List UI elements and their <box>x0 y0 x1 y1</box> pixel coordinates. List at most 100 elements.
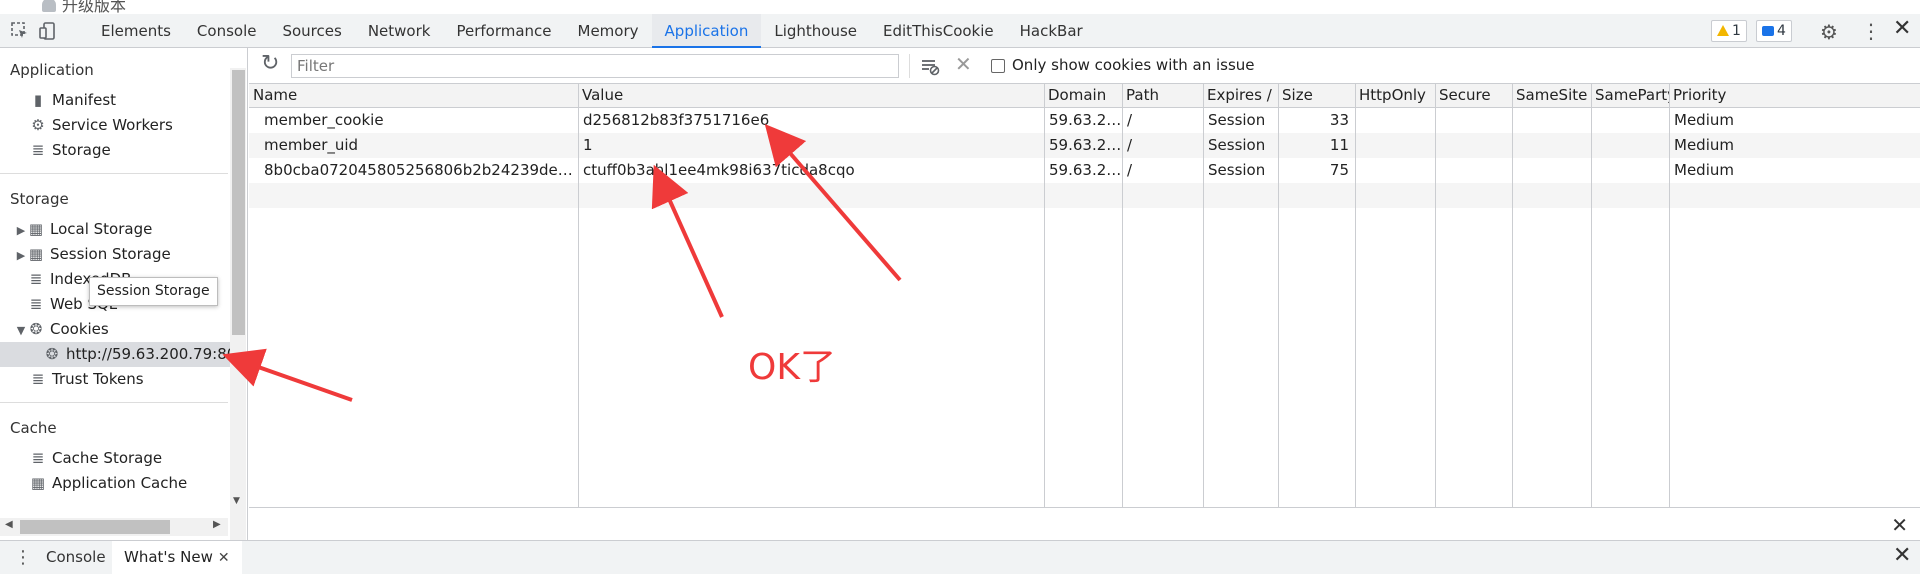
database-icon: ≣ <box>29 295 43 313</box>
clear-filtered-cookies-icon[interactable] <box>920 56 940 76</box>
close-tab-icon[interactable]: ✕ <box>218 550 230 566</box>
sidebar-scroll-thumb[interactable] <box>232 70 245 335</box>
toolbar-divider <box>909 54 910 78</box>
messages-badge[interactable]: 4 <box>1756 20 1792 42</box>
section-title-application: Application <box>10 61 94 79</box>
scroll-down-icon[interactable]: ▼ <box>233 496 240 506</box>
column-header[interactable]: Expires / ... <box>1203 84 1278 108</box>
tab-network[interactable]: Network <box>355 14 444 48</box>
grid-icon: ▦ <box>28 220 44 238</box>
tab-console[interactable]: Console <box>184 14 270 48</box>
sidebar-item-cookie-origin[interactable]: ❂ http://59.63.200.79:8082 <box>0 342 247 367</box>
column-header[interactable]: Domain <box>1044 84 1122 108</box>
table-cell: 8b0cba072045805256806b2b24239ded_ci_s... <box>264 161 578 179</box>
column-divider <box>1044 84 1045 508</box>
document-icon: ▮ <box>33 91 43 109</box>
tooltip: Session Storage <box>89 277 218 306</box>
column-divider <box>1278 84 1279 508</box>
remnant-text: 升级版本 <box>42 0 126 14</box>
sidebar-item-cookies[interactable]: ▼ ❂ Cookies <box>0 317 232 342</box>
sidebar-item-session-storage[interactable]: ▶ ▦ Session Storage <box>0 242 232 267</box>
table-cell <box>1512 133 1591 158</box>
cookies-panel: ↻ ✕ Only show cookies with an issue Name… <box>249 48 1920 540</box>
table-cell <box>1435 108 1512 133</box>
panel-tabs: Elements Console Sources Network Performance… <box>88 14 1096 48</box>
sidebar-item-storage[interactable]: ≣ Storage <box>0 138 232 163</box>
column-header[interactable]: Secure <box>1435 84 1512 108</box>
chevron-right-icon[interactable]: ▶ <box>14 243 28 268</box>
table-cell: 33 <box>1329 111 1349 129</box>
table-cell <box>1591 133 1669 158</box>
table-cell <box>1512 108 1591 133</box>
more-options-icon[interactable]: ⋮ <box>1861 19 1881 43</box>
table-cell <box>1512 158 1591 183</box>
column-divider <box>578 84 579 508</box>
filter-input[interactable] <box>291 54 899 78</box>
tab-application[interactable]: Application <box>651 14 762 48</box>
sidebar-item-label: http://59.63.200.79:8082 <box>66 345 248 363</box>
drawer-tab-whats-new[interactable]: What's New ✕ <box>112 541 242 574</box>
sidebar-item-label: Session Storage <box>50 245 171 263</box>
divider <box>0 173 228 174</box>
tab-editthiscookie[interactable]: EditThisCookie <box>870 14 1007 48</box>
drawer-tab-console[interactable]: Console <box>46 541 106 574</box>
chevron-down-icon[interactable]: ▼ <box>14 318 28 343</box>
column-header[interactable]: Name <box>249 84 578 108</box>
chevron-right-icon[interactable]: ▶ <box>14 218 28 243</box>
tab-lighthouse[interactable]: Lighthouse <box>761 14 870 48</box>
only-issues-checkbox[interactable] <box>991 59 1005 73</box>
database-icon: ≣ <box>29 270 43 288</box>
device-toolbar-icon[interactable] <box>38 21 58 41</box>
sidebar-item-service-workers[interactable]: ⚙ Service Workers <box>0 113 232 138</box>
column-header[interactable]: Value <box>578 84 1044 108</box>
table-cell <box>1435 133 1512 158</box>
close-devtools-icon[interactable]: ✕ <box>1893 16 1911 41</box>
table-cell: / <box>1127 136 1133 154</box>
sidebar-item-label: Trust Tokens <box>52 370 144 388</box>
scroll-left-icon[interactable]: ◀ <box>5 519 13 530</box>
grid-icon: ▦ <box>28 245 44 263</box>
tab-hackbar[interactable]: HackBar <box>1007 14 1096 48</box>
devtools-tabbar: Elements Console Sources Network Performance… <box>0 14 1920 48</box>
warnings-badge[interactable]: 1 <box>1711 20 1747 42</box>
sidebar-item-manifest[interactable]: ▮ Manifest <box>0 88 232 113</box>
sidebar-item-trust-tokens[interactable]: ≣ Trust Tokens <box>0 367 232 392</box>
devtools-drawer: ⋮ Console What's New ✕ ✕ <box>0 540 1920 574</box>
drawer-menu-icon[interactable]: ⋮ <box>14 547 32 568</box>
sidebar-item-cache-storage[interactable]: ≣ Cache Storage <box>0 446 232 471</box>
table-cell: 59.63.200.79 <box>1049 161 1122 179</box>
tab-sources[interactable]: Sources <box>269 14 354 48</box>
settings-gear-icon[interactable]: ⚙ <box>1820 20 1838 44</box>
close-detail-icon[interactable]: ✕ <box>1891 513 1908 537</box>
tab-memory[interactable]: Memory <box>565 14 652 48</box>
table-cell: member_cookie <box>264 111 384 129</box>
refresh-icon[interactable]: ↻ <box>261 51 279 76</box>
devtools-window: 升级版本 Elements Console Sources Network Perfor… <box>0 0 1920 574</box>
inspect-element-icon[interactable] <box>10 21 30 41</box>
column-header[interactable]: Path <box>1122 84 1203 108</box>
table-cell: / <box>1127 161 1133 179</box>
section-title-cache: Cache <box>10 419 57 437</box>
tab-performance[interactable]: Performance <box>443 14 564 48</box>
drawer-tab-label: What's New <box>124 548 213 566</box>
column-divider <box>1512 84 1513 508</box>
column-header[interactable]: SameSite <box>1512 84 1591 108</box>
sidebar-item-application-cache[interactable]: ▦ Application Cache <box>0 471 232 496</box>
column-header[interactable]: SameParty <box>1591 84 1669 108</box>
database-icon: ≣ <box>31 370 45 388</box>
sidebar-hscroll-thumb[interactable] <box>20 520 170 534</box>
column-header[interactable]: HttpOnly <box>1355 84 1435 108</box>
scroll-right-icon[interactable]: ▶ <box>213 519 221 530</box>
close-drawer-icon[interactable]: ✕ <box>1893 543 1911 568</box>
table-cell: 59.63.200.79 <box>1049 111 1122 129</box>
clear-all-icon[interactable]: ✕ <box>955 52 972 76</box>
cookies-toolbar: ↻ ✕ Only show cookies with an issue <box>249 48 1920 84</box>
page-remnant: 升级版本 <box>0 0 1920 14</box>
sidebar-item-local-storage[interactable]: ▶ ▦ Local Storage <box>0 217 232 242</box>
table-cell <box>1355 108 1435 133</box>
gear-icon: ⚙ <box>31 116 45 134</box>
table-cell: Session <box>1208 111 1266 129</box>
tab-elements[interactable]: Elements <box>88 14 184 48</box>
column-header[interactable]: Size <box>1278 84 1355 108</box>
column-header[interactable]: Priority <box>1669 84 1920 108</box>
